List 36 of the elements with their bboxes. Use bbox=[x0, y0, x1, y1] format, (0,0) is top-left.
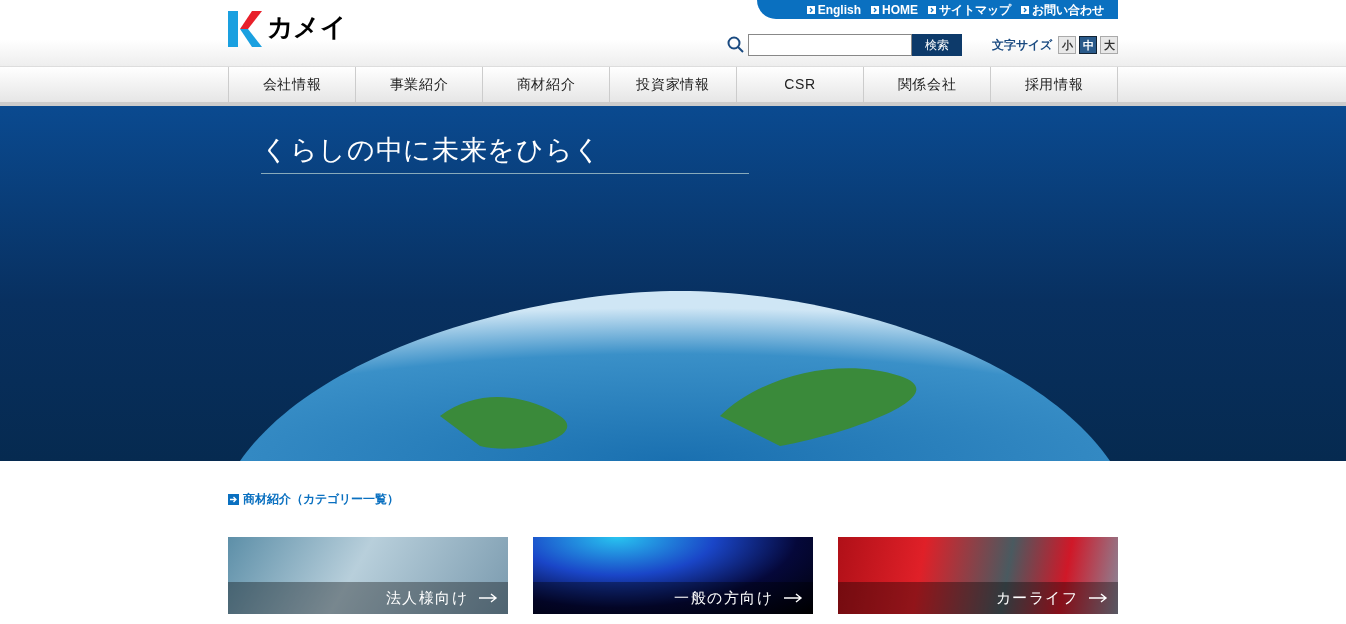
chevron-icon bbox=[806, 5, 815, 14]
nav-item[interactable]: 商材紹介 bbox=[483, 67, 610, 102]
top-link[interactable]: サイトマップ bbox=[939, 1, 1011, 18]
chevron-icon bbox=[1021, 5, 1029, 14]
chevron-icon bbox=[928, 5, 936, 14]
logo-text: カメイ bbox=[267, 14, 347, 40]
search-icon bbox=[727, 36, 745, 54]
logo-icon bbox=[228, 11, 262, 47]
chevron-icon bbox=[871, 5, 879, 14]
font-size-button[interactable]: 大 bbox=[1100, 36, 1118, 54]
card-label: 一般の方向け bbox=[674, 587, 773, 608]
top-link[interactable]: English bbox=[817, 1, 861, 18]
category-card[interactable]: 一般の方向け bbox=[533, 537, 813, 614]
arrow-icon bbox=[1088, 593, 1108, 603]
top-link[interactable]: お問い合わせ bbox=[1032, 1, 1104, 18]
font-size-label: 文字サイズ bbox=[992, 37, 1052, 54]
category-card[interactable]: カーライフ bbox=[838, 537, 1118, 614]
hero-tagline: くらしの中に未来をひらく bbox=[261, 130, 749, 174]
search-button[interactable]: 検索 bbox=[912, 34, 962, 56]
nav-item[interactable]: 投資家情報 bbox=[610, 67, 737, 102]
nav-item[interactable]: 事業紹介 bbox=[356, 67, 483, 102]
section-link[interactable]: 商材紹介（カテゴリー一覧） bbox=[243, 490, 399, 508]
arrow-icon bbox=[228, 493, 239, 505]
arrow-icon bbox=[783, 593, 803, 603]
top-link[interactable]: HOME bbox=[882, 1, 918, 18]
category-card[interactable]: 法人様向け bbox=[228, 537, 508, 614]
font-size-button[interactable]: 小 bbox=[1058, 36, 1076, 54]
arrow-icon bbox=[478, 593, 498, 603]
nav-item[interactable]: 会社情報 bbox=[229, 67, 356, 102]
search-field[interactable] bbox=[748, 34, 912, 56]
nav-item[interactable]: 採用情報 bbox=[991, 67, 1118, 102]
nav-item[interactable]: 関係会社 bbox=[864, 67, 991, 102]
font-size-button[interactable]: 中 bbox=[1079, 36, 1097, 54]
nav-item[interactable]: CSR bbox=[737, 67, 864, 102]
card-label: カーライフ bbox=[995, 587, 1078, 608]
card-label: 法人様向け bbox=[385, 587, 468, 608]
